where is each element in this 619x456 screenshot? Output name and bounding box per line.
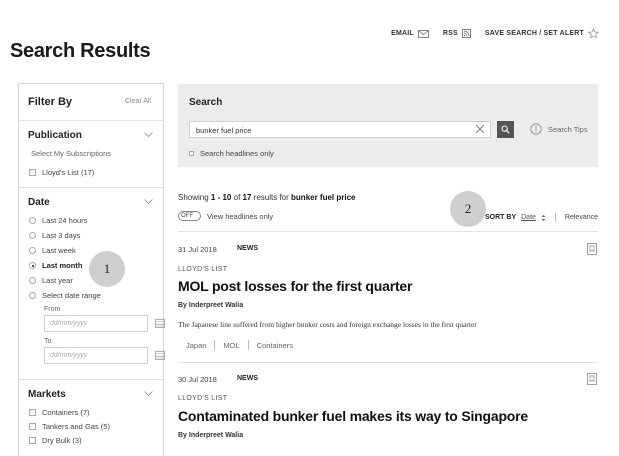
markets-section: Markets Containers (7) Tankers and Gas (… <box>19 380 163 456</box>
radio[interactable] <box>29 277 36 284</box>
from-label: From <box>44 306 61 313</box>
chevron-down-icon[interactable] <box>144 199 153 205</box>
sort-arrows-icon[interactable] <box>541 214 546 222</box>
info-icon <box>530 123 542 135</box>
bookmark-icon[interactable] <box>587 243 597 255</box>
clear-icon[interactable] <box>475 124 485 134</box>
divider <box>178 231 598 232</box>
checkbox[interactable] <box>29 409 36 416</box>
checkbox[interactable] <box>29 437 36 444</box>
save-search-label: SAVE SEARCH / SET ALERT <box>484 30 584 37</box>
search-input[interactable]: bunker fuel price <box>189 121 491 138</box>
tag-link[interactable]: Containers <box>257 341 293 350</box>
result-author[interactable]: By Inderpreet Walia <box>178 302 243 309</box>
results-count: Showing 1 - 10 of 17 results for bunker … <box>178 193 356 202</box>
to-label: To <box>44 338 52 345</box>
date-option-month[interactable]: Last month <box>29 261 82 270</box>
result-author[interactable]: By Inderpreet Walia <box>178 432 243 439</box>
rss-link[interactable]: RSS <box>443 29 471 38</box>
search-panel: Search bunker fuel price Search Tips Sea… <box>178 84 598 167</box>
date-title[interactable]: Date <box>28 197 50 208</box>
annotation-marker-1: 1 <box>89 251 125 287</box>
divider <box>554 213 556 222</box>
date-section: Date Last 24 hours Last 3 days Last week… <box>19 188 165 380</box>
result-snippet: The Japanese line suffered from higher b… <box>178 320 477 329</box>
calendar-icon[interactable] <box>155 350 165 360</box>
search-title: Search <box>189 97 223 108</box>
star-icon <box>588 28 599 39</box>
date-option-24h[interactable]: Last 24 hours <box>29 216 87 225</box>
markets-title[interactable]: Markets <box>28 389 66 400</box>
search-headlines-label: Search headlines only <box>200 149 274 158</box>
email-label: EMAIL <box>391 30 414 37</box>
divider <box>214 340 216 350</box>
sort-controls: SORT BY Date Relevance <box>485 213 598 222</box>
publication-section: Publication Select My Subscriptions Lloy… <box>19 121 163 188</box>
view-headlines-toggle-row: OFF View headlines only <box>178 211 273 221</box>
envelope-icon <box>417 29 429 38</box>
search-tips-label: Search Tips <box>548 124 588 134</box>
tag-link[interactable]: MOL <box>223 341 239 350</box>
email-link[interactable]: EMAIL <box>391 29 429 38</box>
search-headlines-only[interactable]: Search headlines only <box>189 149 274 158</box>
checkbox[interactable] <box>29 423 36 430</box>
view-headlines-toggle[interactable]: OFF <box>178 211 201 221</box>
page-title: Search Results <box>10 40 151 62</box>
rss-icon <box>461 29 471 38</box>
filter-title: Filter By <box>28 96 73 108</box>
chevron-down-icon[interactable] <box>144 391 153 397</box>
search-tips-link[interactable]: Search Tips <box>530 123 588 135</box>
publication-title[interactable]: Publication <box>28 130 82 141</box>
sort-relevance-option[interactable]: Relevance <box>565 214 598 221</box>
divider <box>178 362 598 363</box>
calendar-icon[interactable] <box>155 318 165 328</box>
result-source: LLOYD'S LIST <box>178 395 228 402</box>
result-date: 31 Jul 2018 <box>178 245 217 254</box>
search-button[interactable] <box>497 121 514 138</box>
save-search-link[interactable]: SAVE SEARCH / SET ALERT <box>485 28 599 39</box>
radio[interactable] <box>29 292 36 299</box>
radio[interactable] <box>29 247 36 254</box>
date-option-range[interactable]: Select date range <box>29 291 101 300</box>
chevron-down-icon[interactable] <box>144 132 153 138</box>
to-date-field[interactable]: dd/mm/yyyy <box>44 347 148 364</box>
filter-header: Filter By Clear All <box>19 84 163 121</box>
select-subscriptions-link[interactable]: Select My Subscriptions <box>31 149 111 158</box>
divider <box>247 340 249 350</box>
publication-checkbox-lloyds[interactable]: Lloyd's List (17) <box>29 168 94 177</box>
sort-date-option[interactable]: Date <box>521 214 536 221</box>
date-option-3d[interactable]: Last 3 days <box>29 231 80 240</box>
result-title-link[interactable]: Contaminated bunker fuel makes its way t… <box>178 408 528 424</box>
result-type: NEWS <box>237 245 258 252</box>
view-headlines-label: View headlines only <box>207 211 274 221</box>
checkbox[interactable] <box>189 151 194 156</box>
sort-by-label: SORT BY <box>485 214 517 221</box>
bookmark-icon[interactable] <box>587 373 597 385</box>
from-date-field[interactable]: dd/mm/yyyy <box>44 315 148 332</box>
result-tags: Japan MOL Containers <box>186 340 293 350</box>
search-icon <box>501 125 510 134</box>
annotation-marker-2: 2 <box>450 191 486 227</box>
result-type: NEWS <box>237 375 258 382</box>
market-checkbox-tankers[interactable]: Tankers and Gas (5) <box>29 422 110 431</box>
clear-all-link[interactable]: Clear All <box>125 98 151 105</box>
radio-selected[interactable] <box>29 262 36 269</box>
result-source: LLOYD'S LIST <box>178 266 228 273</box>
market-checkbox-containers[interactable]: Containers (7) <box>29 408 90 417</box>
market-checkbox-drybulk[interactable]: Dry Bulk (3) <box>29 436 82 445</box>
checkbox[interactable] <box>29 169 36 176</box>
tag-link[interactable]: Japan <box>186 341 206 350</box>
radio[interactable] <box>29 217 36 224</box>
result-title-link[interactable]: MOL post losses for the first quarter <box>178 278 412 294</box>
radio[interactable] <box>29 232 36 239</box>
date-option-week[interactable]: Last week <box>29 246 76 255</box>
header-links: EMAIL RSS SAVE SEARCH / SET ALERT <box>391 28 599 39</box>
rss-label: RSS <box>442 30 458 37</box>
result-date: 30 Jul 2018 <box>178 375 217 384</box>
date-option-year[interactable]: Last year <box>29 276 73 285</box>
